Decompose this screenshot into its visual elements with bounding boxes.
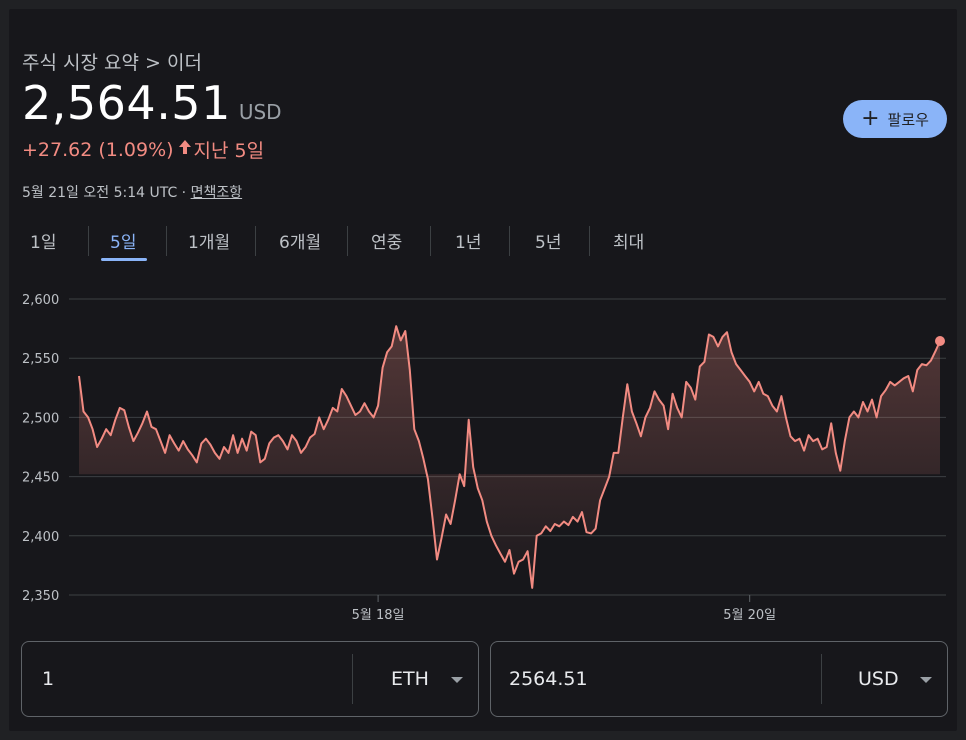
dropdown-caret-icon[interactable] [920,677,932,683]
y-tick-label: 2,450 [22,471,59,486]
tab-6m[interactable]: 6개월 [279,228,321,253]
active-tab-indicator [101,258,147,261]
latest-price-dot [935,336,945,347]
dropdown-caret-icon[interactable] [451,677,463,683]
tab-divider [88,226,89,256]
tab-divider [589,226,590,256]
converter-divider [821,654,822,704]
converter-divider [352,654,353,704]
tab-divider [255,226,256,256]
tab-1d[interactable]: 1일 [30,228,56,253]
tab-divider [509,226,510,256]
tab-ytd[interactable]: 연중 [371,228,402,253]
from-amount-input[interactable]: 1 [42,668,54,690]
disclaimer-link[interactable]: 면책조항 [191,185,243,201]
tab-max[interactable]: 최대 [613,228,644,253]
breadcrumb[interactable]: 주식 시장 요약 > 이더 [22,48,202,75]
tab-5y[interactable]: 5년 [535,228,561,253]
y-tick-label: 2,350 [22,589,59,604]
x-tick-label: 5월 20일 [723,608,776,623]
price-change-row: +27.62 (1.09%) 지난 5일 [22,136,264,163]
timestamp: 5월 21일 오전 5:14 UTC · [22,185,191,201]
from-unit-select[interactable]: ETH [391,668,429,690]
follow-button[interactable]: + 팔로우 [843,100,947,138]
change-period: 지난 5일 [193,140,265,162]
tab-5d[interactable]: 5일 [110,228,136,253]
to-currency-box: 2564.51 USD [490,641,948,717]
price-currency: USD [238,100,282,124]
to-amount-input[interactable]: 2564.51 [509,668,588,690]
y-tick-label: 2,550 [22,352,59,367]
y-tick-label: 2,400 [22,530,59,545]
tab-divider [166,226,167,256]
range-tabs: 1일 5일 1개월 6개월 연중 1년 5년 최대 [0,222,966,262]
to-unit-select[interactable]: USD [858,668,899,690]
arrow-up-icon [178,139,192,160]
plus-icon: + [861,106,880,131]
from-currency-box: 1 ETH [21,641,479,717]
timestamp-row: 5월 21일 오전 5:14 UTC · 면책조항 [22,182,242,202]
price-change: +27.62 (1.09%) [22,138,174,161]
price-area [79,326,940,588]
x-tick-label: 5월 18일 [352,608,405,623]
tab-1m[interactable]: 1개월 [188,228,230,253]
tab-divider [347,226,348,256]
price-row: 2,564.51 USD [22,76,282,130]
follow-label: 팔로우 [887,110,929,129]
y-tick-label: 2,600 [22,293,59,308]
current-price: 2,564.51 [22,76,231,130]
tab-divider [430,226,431,256]
price-chart[interactable]: 2,600 2,550 2,500 2,450 2,400 2,350 5월 18일 5월 … [0,280,966,630]
y-tick-label: 2,500 [22,411,59,426]
tab-1y[interactable]: 1년 [455,228,481,253]
